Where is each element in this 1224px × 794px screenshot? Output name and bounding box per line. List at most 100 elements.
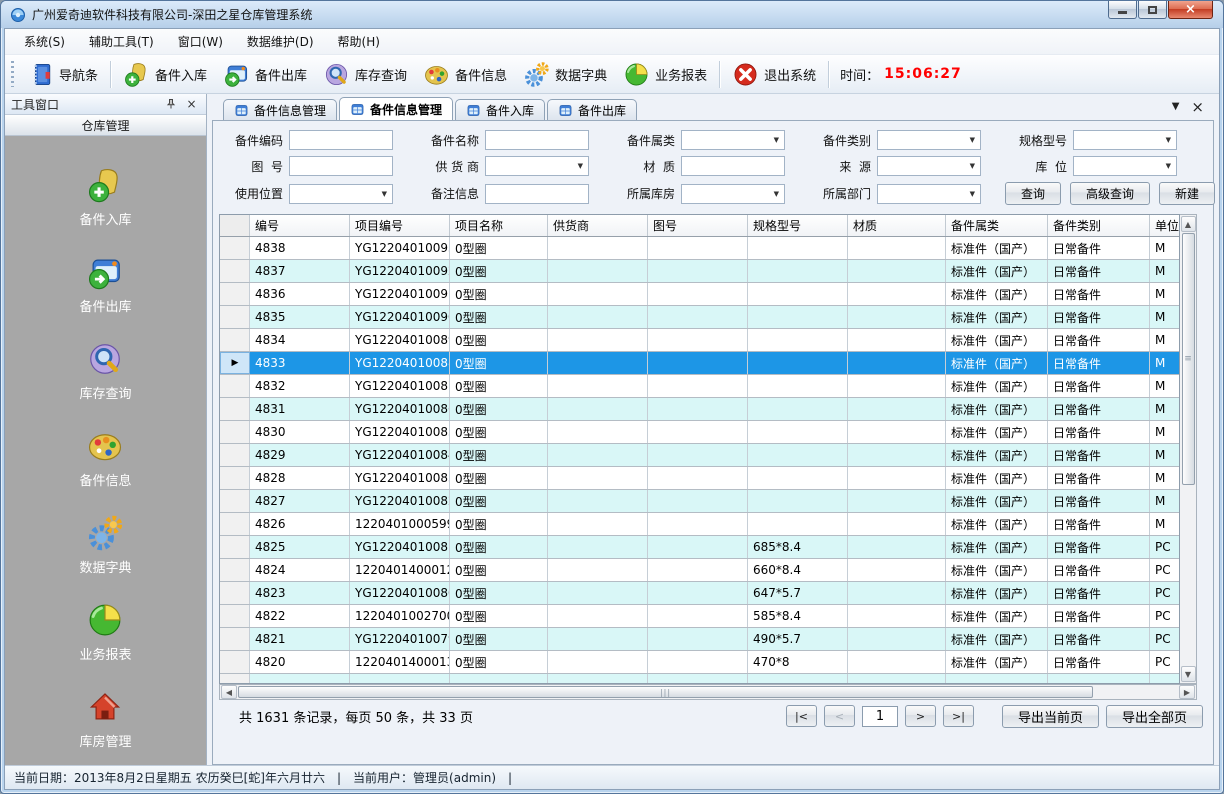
column-header-category[interactable]: 备件属类 bbox=[946, 215, 1048, 236]
row-selector[interactable] bbox=[220, 605, 250, 627]
advanced-query-button[interactable]: 高级查询 bbox=[1070, 182, 1150, 205]
tab-4[interactable]: 备件出库 bbox=[547, 99, 637, 120]
row-selector[interactable] bbox=[220, 421, 250, 443]
row-selector[interactable] bbox=[220, 237, 250, 259]
next-page-button[interactable]: > bbox=[905, 705, 936, 727]
sidebar-item-spare-in[interactable]: 备件入库 bbox=[79, 166, 131, 228]
scroll-up-icon[interactable]: ▲ bbox=[1181, 216, 1196, 232]
close-button[interactable]: × bbox=[1168, 1, 1213, 19]
table-row[interactable]: 4825YG122040100810型圈685*8.4标准件（国产）日常备件PC bbox=[220, 536, 1179, 559]
table-row[interactable]: 4829YG122040100840型圈标准件（国产）日常备件M bbox=[220, 444, 1179, 467]
export-all-pages-button[interactable]: 导出全部页 bbox=[1106, 705, 1203, 728]
tab-close-icon[interactable]: × bbox=[1191, 102, 1204, 112]
table-row[interactable]: 4834YG122040100890型圈标准件（国产）日常备件M bbox=[220, 329, 1179, 352]
table-row[interactable]: 4828YG122040100830型圈标准件（国产）日常备件M bbox=[220, 467, 1179, 490]
row-selector[interactable] bbox=[220, 628, 250, 650]
last-page-button[interactable]: >| bbox=[943, 705, 974, 727]
sidebar-item-report[interactable]: 业务报表 bbox=[79, 601, 131, 663]
menu-item-4[interactable]: 数据维护(D) bbox=[236, 29, 325, 54]
column-header-project_no[interactable]: 项目编号 bbox=[350, 215, 450, 236]
row-selector[interactable] bbox=[220, 651, 250, 673]
page-number-input[interactable] bbox=[862, 706, 898, 727]
stock-location-select[interactable]: ▼ bbox=[1073, 156, 1177, 176]
toolbar-nav-book-button[interactable]: 导航条 bbox=[19, 59, 106, 90]
table-row[interactable]: 4837YG122040100920型圈标准件（国产）日常备件M bbox=[220, 260, 1179, 283]
remark-input[interactable] bbox=[485, 184, 589, 204]
new-button[interactable]: 新建 bbox=[1159, 182, 1215, 205]
scroll-down-icon[interactable]: ▼ bbox=[1181, 666, 1196, 682]
pin-icon[interactable] bbox=[162, 96, 179, 112]
horizontal-scroll-thumb[interactable]: ||| bbox=[238, 686, 1093, 698]
column-header-type[interactable]: 备件类别 bbox=[1048, 215, 1150, 236]
title-bar[interactable]: 广州爱奇迪软件科技有限公司-深田之星仓库管理系统 × bbox=[1, 1, 1223, 28]
row-selector[interactable] bbox=[220, 283, 250, 305]
column-header-material[interactable]: 材质 bbox=[848, 215, 946, 236]
table-row[interactable]: 482412204014000120型圈660*8.4标准件（国产）日常备件PC bbox=[220, 559, 1179, 582]
menu-item-2[interactable]: 辅助工具(T) bbox=[78, 29, 165, 54]
first-page-button[interactable]: |< bbox=[786, 705, 817, 727]
sidebar-item-spare-out[interactable]: 备件出库 bbox=[79, 253, 131, 315]
table-row[interactable]: 4836YG122040100910型圈标准件（国产）日常备件M bbox=[220, 283, 1179, 306]
spare-name-input[interactable] bbox=[485, 130, 589, 150]
row-selector[interactable] bbox=[220, 467, 250, 489]
row-selector[interactable] bbox=[220, 513, 250, 535]
row-selector[interactable] bbox=[220, 306, 250, 328]
table-row[interactable]: 4830YG122040100850型圈标准件（国产）日常备件M bbox=[220, 421, 1179, 444]
row-selector[interactable] bbox=[220, 536, 250, 558]
table-row[interactable]: 4835YG122040100900型圈标准件（国产）日常备件M bbox=[220, 306, 1179, 329]
toolbar-spare-in-button[interactable]: 备件入库 bbox=[115, 59, 215, 90]
table-row[interactable]: 4838YG122040100930型圈标准件（国产）日常备件M bbox=[220, 237, 1179, 260]
maximize-button[interactable] bbox=[1138, 1, 1167, 19]
menu-item-3[interactable]: 窗口(W) bbox=[167, 29, 234, 54]
vertical-scrollbar[interactable]: ▲ ≡ ▼ bbox=[1180, 214, 1197, 684]
supplier-select[interactable]: ▼ bbox=[485, 156, 589, 176]
row-selector[interactable] bbox=[220, 582, 250, 604]
column-header-drawing[interactable]: 图号 bbox=[648, 215, 748, 236]
toolbar-stock-query-button[interactable]: 库存查询 bbox=[315, 59, 415, 90]
tab-list-dropdown-icon[interactable]: ▼ bbox=[1172, 101, 1180, 112]
row-selector[interactable] bbox=[220, 398, 250, 420]
column-header-supplier[interactable]: 供货商 bbox=[548, 215, 648, 236]
tab-3[interactable]: 备件入库 bbox=[455, 99, 545, 120]
table-row[interactable]: 4827YG122040100820型圈标准件（国产）日常备件M bbox=[220, 490, 1179, 513]
spare-category-select[interactable]: ▼ bbox=[681, 130, 785, 150]
table-row[interactable]: ▶4833YG122040100880型圈标准件（国产）日常备件M bbox=[220, 352, 1179, 375]
export-current-page-button[interactable]: 导出当前页 bbox=[1002, 705, 1099, 728]
tab-1[interactable]: 备件信息管理 bbox=[223, 99, 337, 120]
sidebar-item-spare-info[interactable]: 备件信息 bbox=[79, 427, 131, 489]
table-row[interactable]: 4831YG122040100860型圈标准件（国产）日常备件M bbox=[220, 398, 1179, 421]
menu-item-5[interactable]: 帮助(H) bbox=[327, 29, 391, 54]
toolbar-report-button[interactable]: 业务报表 bbox=[615, 59, 715, 90]
table-row[interactable]: 482612204010005990型圈标准件（国产）日常备件M bbox=[220, 513, 1179, 536]
scroll-left-icon[interactable]: ◀ bbox=[221, 685, 237, 699]
row-selector[interactable] bbox=[220, 375, 250, 397]
table-row[interactable]: 4821YG122040100790型圈490*5.7标准件（国产）日常备件PC bbox=[220, 628, 1179, 651]
usage-position-select[interactable]: ▼ bbox=[289, 184, 393, 204]
table-row[interactable]: 4823YG122040100800型圈647*5.7标准件（国产）日常备件PC bbox=[220, 582, 1179, 605]
spec-model-select[interactable]: ▼ bbox=[1073, 130, 1177, 150]
table-row[interactable]: 4832YG122040100870型圈标准件（国产）日常备件M bbox=[220, 375, 1179, 398]
row-selector[interactable] bbox=[220, 260, 250, 282]
scroll-right-icon[interactable]: ▶ bbox=[1179, 685, 1195, 699]
horizontal-scrollbar[interactable]: ◀ ||| ▶ bbox=[219, 684, 1197, 700]
spare-code-input[interactable] bbox=[289, 130, 393, 150]
table-row[interactable]: 482012204014000130型圈470*8标准件（国产）日常备件PC bbox=[220, 651, 1179, 674]
query-button[interactable]: 查询 bbox=[1005, 182, 1061, 205]
material-input[interactable] bbox=[681, 156, 785, 176]
row-selector[interactable] bbox=[220, 559, 250, 581]
row-selector[interactable] bbox=[220, 329, 250, 351]
toolbar-exit-button[interactable]: 退出系统 bbox=[724, 59, 824, 90]
drawing-no-input[interactable] bbox=[289, 156, 393, 176]
toolbar-data-dict-button[interactable]: 数据字典 bbox=[515, 59, 615, 90]
spare-type-select[interactable]: ▼ bbox=[877, 130, 981, 150]
minimize-button[interactable] bbox=[1108, 1, 1137, 19]
row-selector[interactable] bbox=[220, 490, 250, 512]
toolbar-grip[interactable] bbox=[11, 61, 14, 87]
column-header-id[interactable]: 编号 bbox=[250, 215, 350, 236]
sidebar-item-stock-query[interactable]: 库存查询 bbox=[79, 340, 131, 402]
vertical-scroll-thumb[interactable]: ≡ bbox=[1182, 233, 1195, 485]
toolbar-spare-info-button[interactable]: 备件信息 bbox=[415, 59, 515, 90]
warehouse-select[interactable]: ▼ bbox=[681, 184, 785, 204]
sidebar-close-icon[interactable]: × bbox=[183, 96, 200, 112]
row-pointer-icon[interactable]: ▶ bbox=[220, 352, 250, 374]
